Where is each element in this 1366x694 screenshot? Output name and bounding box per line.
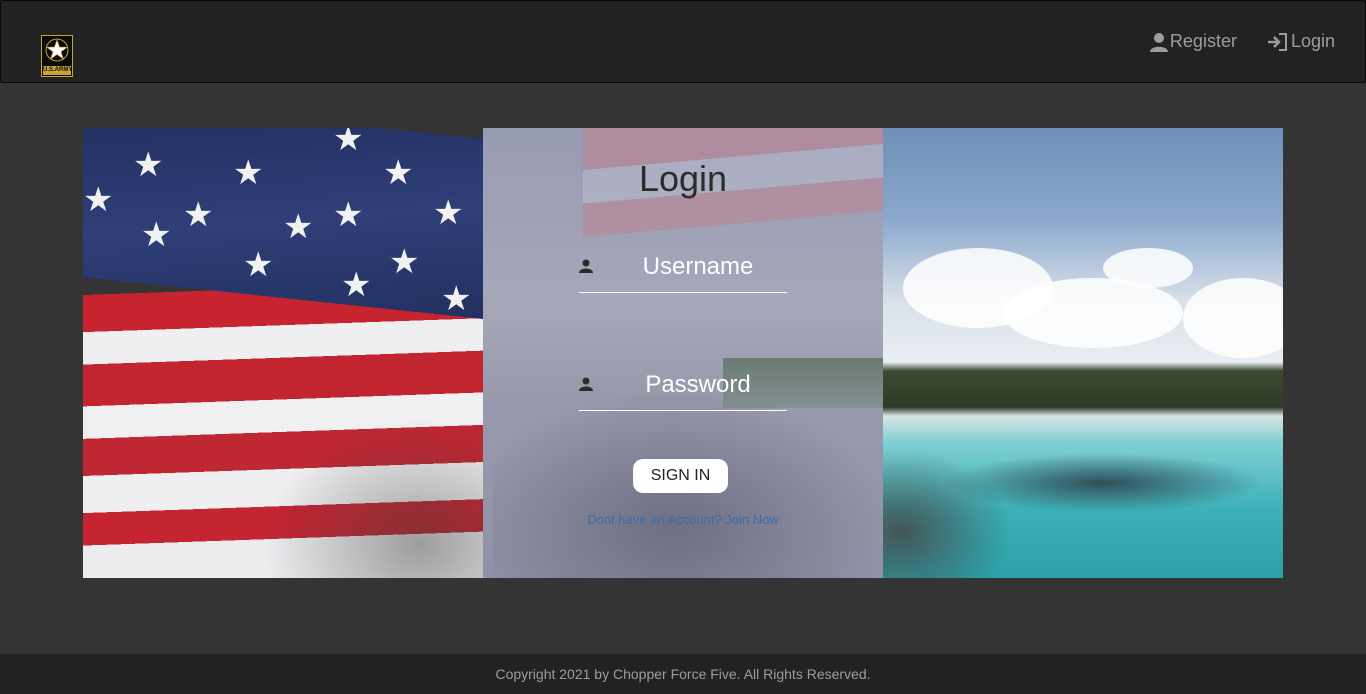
- helicopter-silhouette: [263, 418, 483, 578]
- star-decoration: ★: [433, 194, 464, 232]
- star-decoration: ★: [333, 196, 364, 234]
- star-decoration: ★: [133, 146, 164, 184]
- star-decoration: ★: [141, 216, 172, 254]
- login-title: Login: [638, 158, 728, 199]
- star-decoration: ★: [83, 181, 114, 219]
- helicopter-silhouette: [883, 448, 1013, 578]
- logo-text: U.S.ARMY: [43, 66, 73, 75]
- star-decoration: ★: [333, 128, 364, 158]
- army-logo[interactable]: U.S.ARMY: [41, 35, 73, 77]
- star-decoration: ★: [441, 280, 472, 318]
- username-input[interactable]: [609, 247, 787, 287]
- cloud-decoration: [1003, 278, 1183, 348]
- beach-image: [883, 128, 1283, 578]
- user-icon: [1149, 32, 1168, 52]
- cloud-decoration: [1103, 248, 1193, 288]
- sign-in-button[interactable]: SIGN IN: [633, 459, 728, 493]
- password-field: [579, 361, 787, 411]
- flag-image: ★ ★ ★ ★ ★ ★ ★ ★ ★ ★ ★ ★ ★ ★: [83, 128, 483, 578]
- nav-links: Register Login: [1149, 31, 1335, 52]
- star-decoration: ★: [233, 154, 264, 192]
- password-input[interactable]: [609, 365, 787, 405]
- star-decoration: ★: [183, 196, 214, 234]
- star-logo-icon: [45, 38, 69, 62]
- hero-banner: ★ ★ ★ ★ ★ ★ ★ ★ ★ ★ ★ ★ ★ ★ Login Userna…: [83, 128, 1283, 578]
- footer: Copyright 2021 by Chopper Force Five. Al…: [0, 654, 1366, 694]
- cloud-decoration: [1183, 278, 1283, 358]
- user-icon: [579, 259, 593, 273]
- star-decoration: ★: [383, 154, 414, 192]
- star-decoration: ★: [243, 246, 274, 284]
- star-decoration: ★: [389, 243, 420, 281]
- user-icon: [579, 377, 593, 391]
- login-link[interactable]: Login: [1267, 31, 1335, 52]
- copyright-text: Copyright 2021 by Chopper Force Five. Al…: [495, 666, 871, 682]
- register-link[interactable]: Register: [1149, 31, 1237, 52]
- join-now-link[interactable]: Dont have an Account? Join Now: [483, 512, 883, 527]
- register-label: Register: [1169, 31, 1237, 51]
- login-label: Login: [1290, 31, 1335, 51]
- navbar: U.S.ARMY Register Login: [0, 0, 1366, 83]
- star-decoration: ★: [283, 208, 314, 246]
- username-field: [579, 243, 787, 293]
- sign-in-icon: [1267, 32, 1287, 51]
- star-decoration: ★: [341, 266, 372, 304]
